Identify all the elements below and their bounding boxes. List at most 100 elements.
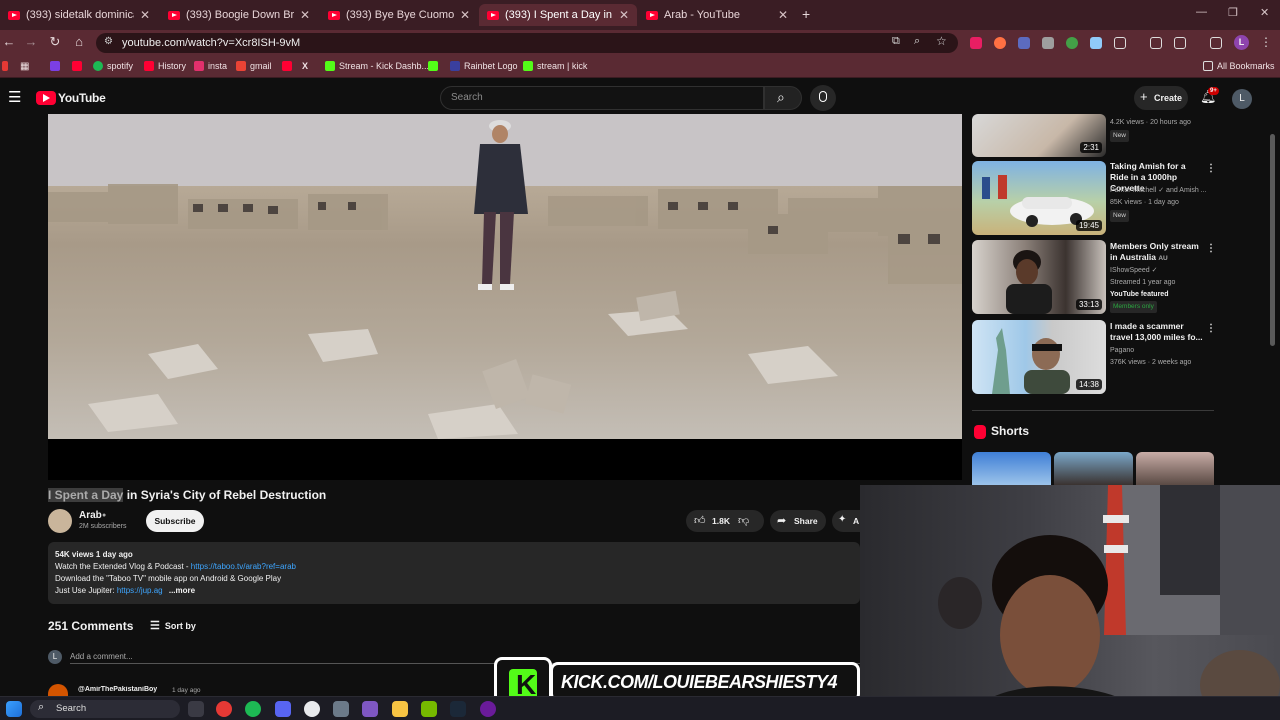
extension-icon[interactable] [1042, 37, 1054, 49]
windows-start-icon[interactable] [6, 701, 22, 717]
bookmark-rainbet[interactable]: Rainbet Logo [450, 61, 518, 71]
bookmark-stream-kick[interactable]: stream | kick [523, 61, 587, 71]
recommendation-menu-icon[interactable]: ⋮ [1206, 163, 1216, 174]
show-more-button[interactable]: ...more [169, 586, 195, 595]
x-icon[interactable]: X [302, 61, 308, 71]
settings-gear-icon[interactable] [333, 701, 349, 717]
zoom-icon[interactable]: ⌕ [914, 35, 920, 48]
close-window-button[interactable]: ✕ [1260, 6, 1269, 19]
recommendation-title[interactable]: I made a scammer travel 13,000 miles fo.… [1110, 321, 1206, 343]
recommendation-channel[interactable]: Parker Mitchell ✓ and Amish ... [1110, 186, 1210, 196]
search-button[interactable]: ⌕ [764, 86, 802, 110]
home-icon[interactable]: ⌂ [70, 34, 88, 49]
recommendation-title[interactable]: Members Only stream in Australia AU [1110, 241, 1206, 264]
extension-icon[interactable] [1018, 37, 1030, 49]
restore-button[interactable]: ❐ [1228, 6, 1238, 19]
recommendation-thumbnail[interactable]: 33:13 [972, 240, 1106, 314]
share-button[interactable]: ➦ Share [770, 510, 826, 532]
extension-icon[interactable] [970, 37, 982, 49]
browser-tab[interactable]: Arab - YouTube ✕ [638, 4, 796, 26]
description-link[interactable]: https://taboo.tv/arab?ref=arab [191, 562, 296, 571]
extension-icon[interactable] [994, 37, 1006, 49]
extension-icon[interactable] [1090, 37, 1102, 49]
reload-icon[interactable]: ↻ [46, 34, 64, 50]
menu-kebab-icon[interactable]: ⋮ [1260, 35, 1272, 49]
voice-search-button[interactable] [810, 85, 836, 111]
recommendation-thumbnail[interactable]: 14:38 [972, 320, 1106, 394]
bookmark-spotify[interactable]: spotify [93, 61, 133, 71]
profile-avatar[interactable]: L [1234, 35, 1249, 50]
discord-icon[interactable] [275, 701, 291, 717]
extensions-puzzle-icon[interactable] [1114, 37, 1126, 49]
browser-tab-active[interactable]: (393) I Spent a Day in Syria's Ci ✕ [479, 4, 637, 26]
recommendation-channel[interactable]: Pagano [1110, 346, 1210, 356]
youtube-logo-text[interactable]: YouTube [58, 91, 106, 105]
close-tab-icon[interactable]: ✕ [140, 8, 150, 22]
short-thumbnail[interactable] [972, 452, 1051, 485]
task-view-icon[interactable] [188, 701, 204, 717]
subscribe-button[interactable]: Subscribe [146, 510, 204, 532]
forward-icon[interactable]: → [22, 34, 40, 49]
file-explorer-icon[interactable] [392, 701, 408, 717]
apps-grid-icon[interactable]: ▦ [20, 61, 29, 72]
bookmark-icon[interactable] [50, 61, 60, 71]
cast-icon[interactable]: ⧉ [892, 35, 900, 48]
gamepad-icon[interactable] [362, 701, 378, 717]
sort-by-button[interactable]: ☰ Sort by [150, 619, 196, 632]
bookmark-history[interactable]: History [144, 61, 186, 71]
minimize-button[interactable]: — [1196, 6, 1207, 18]
close-tab-icon[interactable]: ✕ [778, 8, 788, 22]
description-box[interactable]: 54K views 1 day ago Watch the Extended V… [48, 542, 860, 604]
back-icon[interactable]: ← [0, 34, 18, 49]
kick-icon[interactable] [428, 61, 438, 71]
bookmark-gmail[interactable]: gmail [236, 61, 272, 71]
downloads-icon[interactable] [1174, 37, 1186, 49]
recommendation-menu-icon[interactable]: ⋮ [1206, 243, 1216, 254]
page-scrollbar[interactable] [1270, 134, 1275, 346]
like-button[interactable]: 👍︎ 1.8K [690, 510, 732, 532]
short-thumbnail[interactable] [1054, 452, 1133, 485]
browser-tab[interactable]: (393) Boogie Down Bronx - Sid ✕ [160, 4, 318, 26]
video-player[interactable] [48, 114, 962, 439]
side-panel-icon[interactable] [1150, 37, 1162, 49]
recommendation-channel[interactable]: IShowSpeed ✓ [1110, 266, 1210, 276]
taskbar-search[interactable]: ⌕ Search [30, 700, 180, 718]
commenter-avatar[interactable] [48, 684, 68, 696]
account-avatar[interactable]: L [1232, 89, 1252, 109]
nvidia-icon[interactable] [421, 701, 437, 717]
close-tab-icon[interactable]: ✕ [300, 8, 310, 22]
all-bookmarks[interactable]: All Bookmarks [1203, 61, 1275, 71]
browser-tab[interactable]: (393) sidetalk dominican - Y ✕ [0, 4, 158, 26]
bookmark-insta[interactable]: insta [194, 61, 227, 71]
recommendation-thumbnail[interactable]: 19:45 [972, 161, 1106, 235]
close-tab-icon[interactable]: ✕ [460, 8, 470, 22]
bookmark-kick-dashboard[interactable]: Stream - Kick Dashb... [325, 61, 429, 71]
bookmark-star-icon[interactable]: ☆ [936, 34, 947, 48]
chrome-icon[interactable] [216, 701, 232, 717]
comment-author[interactable]: @AmirThePakistaniBoy [78, 686, 157, 696]
search-input[interactable]: Search [440, 86, 764, 110]
extension-icon[interactable] [1066, 37, 1078, 49]
spotify-icon[interactable] [245, 701, 261, 717]
steam-icon[interactable] [450, 701, 466, 717]
more-actions-button[interactable]: ✦ A [832, 510, 860, 532]
bookmark-icon[interactable] [72, 61, 82, 71]
address-bar[interactable]: ⚙ youtube.com/watch?v=Xcr8ISH-9vM ⧉ ⌕ ☆ [96, 33, 958, 53]
close-tab-icon[interactable]: ✕ [619, 8, 629, 22]
channel-avatar[interactable] [48, 509, 72, 533]
create-button[interactable]: + Create [1134, 86, 1188, 110]
chrome-icon[interactable] [304, 701, 320, 717]
channel-name[interactable]: Arab [79, 510, 102, 521]
bookmark-icon[interactable] [2, 61, 8, 71]
new-tab-button[interactable]: + [802, 6, 810, 22]
youtube-icon[interactable] [282, 61, 292, 71]
description-link[interactable]: https://jup.ag [117, 586, 163, 595]
browser-tab[interactable]: (393) Bye Bye Cuomo - Sidetalk ✕ [320, 4, 478, 26]
recommendation-thumbnail[interactable]: 2:31 [972, 114, 1106, 157]
reading-list-icon[interactable] [1210, 37, 1222, 49]
recommendation-menu-icon[interactable]: ⋮ [1206, 323, 1216, 334]
hamburger-menu-icon[interactable]: ☰ [8, 88, 21, 106]
dislike-button[interactable]: 👎︎ [738, 514, 749, 527]
short-thumbnail[interactable] [1136, 452, 1214, 485]
site-info-icon[interactable]: ⚙ [104, 36, 113, 47]
